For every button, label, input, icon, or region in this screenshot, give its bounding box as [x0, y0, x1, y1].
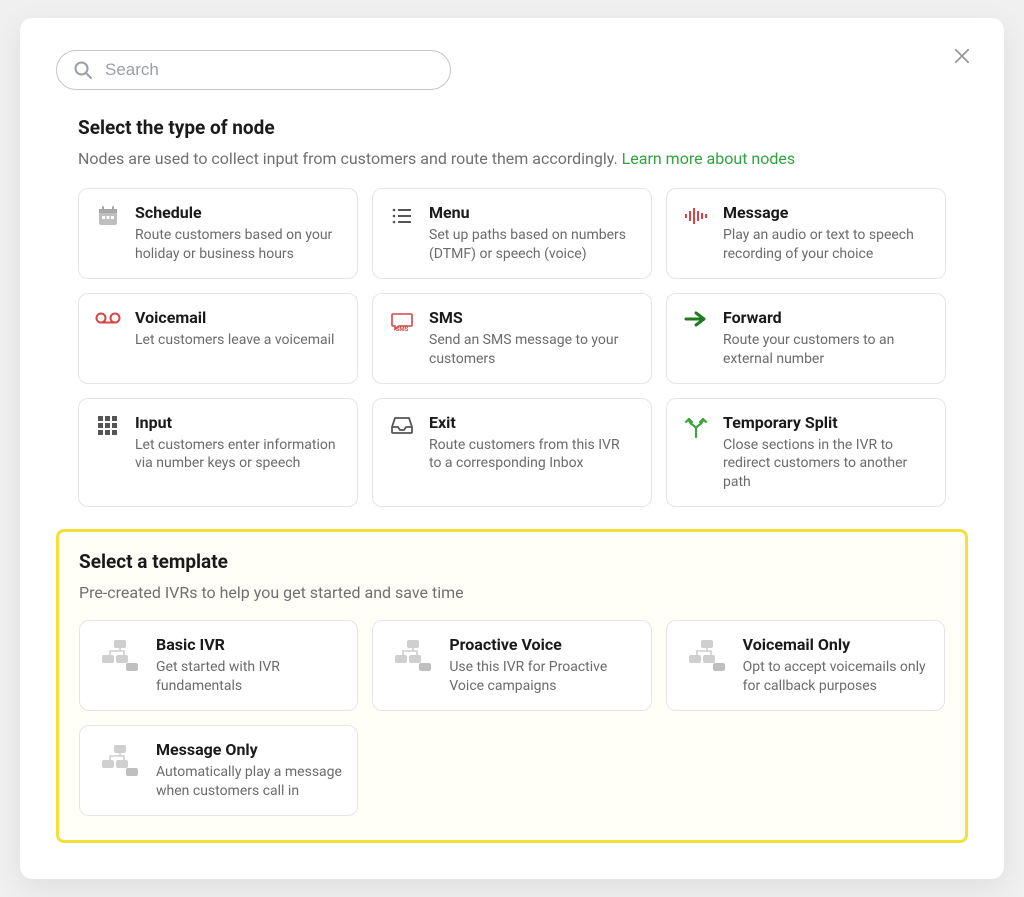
card-title: Message: [723, 203, 929, 222]
card-title: Voicemail: [135, 308, 341, 327]
learn-more-link[interactable]: Learn more about nodes: [622, 149, 795, 168]
node-card-forward[interactable]: Forward Route your customers to an exter…: [666, 293, 946, 384]
subtitle-text: Nodes are used to collect input from cus…: [78, 149, 622, 168]
node-card-sms[interactable]: SMS SMS Send an SMS message to your cust…: [372, 293, 652, 384]
search-field[interactable]: [56, 50, 451, 90]
node-card-input[interactable]: Input Let customers enter information vi…: [78, 398, 358, 508]
menu-list-icon: [391, 205, 413, 227]
card-desc: Send an SMS message to your customers: [429, 331, 635, 369]
card-title: Exit: [429, 413, 635, 432]
sms-icon: SMS: [390, 310, 414, 334]
template-grid: Basic IVR Get started with IVR fundament…: [79, 620, 945, 816]
card-title: Input: [135, 413, 341, 432]
template-card-proactive-voice[interactable]: Proactive Voice Use this IVR for Proacti…: [372, 620, 651, 711]
template-desc: Use this IVR for Proactive Voice campaig…: [449, 658, 636, 696]
close-icon: [954, 47, 970, 65]
node-card-voicemail[interactable]: Voicemail Let customers leave a voicemai…: [78, 293, 358, 384]
node-card-menu[interactable]: Menu Set up paths based on numbers (DTMF…: [372, 188, 652, 279]
calendar-icon: [97, 205, 119, 227]
template-card-voicemail-only[interactable]: Voicemail Only Opt to accept voicemails …: [666, 620, 945, 711]
inbox-icon: [390, 415, 414, 435]
template-title: Message Only: [156, 740, 343, 759]
card-desc: Close sections in the IVR to redirect cu…: [723, 436, 929, 493]
forward-arrow-icon: [684, 310, 708, 328]
node-grid: Schedule Route customers based on your h…: [78, 188, 946, 507]
section-title: Select the type of node: [78, 116, 946, 139]
node-card-message[interactable]: Message Play an audio or text to speech …: [666, 188, 946, 279]
template-title: Proactive Voice: [449, 635, 636, 654]
node-card-exit[interactable]: Exit Route customers from this IVR to a …: [372, 398, 652, 508]
template-card-basic-ivr[interactable]: Basic IVR Get started with IVR fundament…: [79, 620, 358, 711]
flow-template-icon: [96, 744, 142, 780]
template-desc: Get started with IVR fundamentals: [156, 658, 343, 696]
card-desc: Route customers based on your holiday or…: [135, 226, 341, 264]
template-title: Voicemail Only: [743, 635, 930, 654]
card-desc: Play an audio or text to speech recordin…: [723, 226, 929, 264]
flow-template-icon: [389, 639, 435, 675]
section-subtitle: Nodes are used to collect input from cus…: [78, 149, 946, 168]
template-desc: Opt to accept voicemails only for callba…: [743, 658, 930, 696]
node-selector-modal: Select the type of node Nodes are used t…: [20, 18, 1004, 879]
keypad-icon: [97, 415, 119, 437]
card-title: Forward: [723, 308, 929, 327]
card-desc: Let customers leave a voicemail: [135, 331, 341, 350]
card-desc: Route your customers to an external numb…: [723, 331, 929, 369]
template-title: Basic IVR: [156, 635, 343, 654]
flow-template-icon: [683, 639, 729, 675]
card-desc: Set up paths based on numbers (DTMF) or …: [429, 226, 635, 264]
template-section-title: Select a template: [79, 550, 945, 573]
card-desc: Route customers from this IVR to a corre…: [429, 436, 635, 474]
split-icon: [684, 415, 708, 439]
audio-wave-icon: [684, 205, 708, 227]
template-section-subtitle: Pre-created IVRs to help you get started…: [79, 583, 945, 602]
node-card-temporary-split[interactable]: Temporary Split Close sections in the IV…: [666, 398, 946, 508]
voicemail-icon: [95, 310, 121, 326]
search-input[interactable]: [103, 59, 434, 81]
search-icon: [73, 60, 93, 80]
node-type-section: Select the type of node Nodes are used t…: [56, 116, 968, 507]
close-button[interactable]: [948, 42, 976, 70]
card-title: SMS: [429, 308, 635, 327]
node-card-schedule[interactable]: Schedule Route customers based on your h…: [78, 188, 358, 279]
card-desc: Let customers enter information via numb…: [135, 436, 341, 474]
card-title: Menu: [429, 203, 635, 222]
flow-template-icon: [96, 639, 142, 675]
template-desc: Automatically play a message when custom…: [156, 763, 343, 801]
template-card-message-only[interactable]: Message Only Automatically play a messag…: [79, 725, 358, 816]
template-section: Select a template Pre-created IVRs to he…: [56, 529, 968, 843]
svg-text:SMS: SMS: [396, 326, 409, 333]
card-title: Temporary Split: [723, 413, 929, 432]
card-title: Schedule: [135, 203, 341, 222]
